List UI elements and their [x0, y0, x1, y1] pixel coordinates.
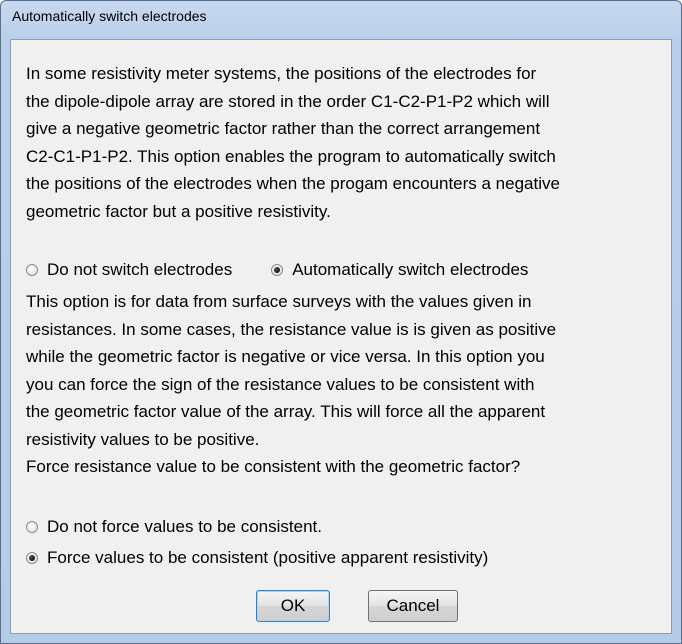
radio-do-not-force[interactable]: Do not force values to be consistent. — [26, 514, 322, 540]
description-line: give a negative geometric factor rather … — [26, 119, 541, 138]
description-line: resistances. In some cases, the resistan… — [26, 319, 557, 339]
description-line: resistivity values to be positive. — [26, 429, 260, 449]
radio-do-not-switch[interactable]: Do not switch electrodes — [26, 260, 232, 280]
cancel-button[interactable]: Cancel — [368, 590, 458, 622]
radio-button-icon[interactable] — [26, 521, 38, 533]
description-line: This option is for data from surface sur… — [26, 292, 532, 311]
radio-label: Force values to be consistent (positive … — [47, 548, 489, 567]
radio-label: Automatically switch electrodes — [292, 260, 529, 279]
radio-force-consistent[interactable]: Force values to be consistent (positive … — [26, 545, 488, 571]
switch-options-group: Do not switch electrodes Automatically s… — [26, 257, 528, 283]
dialog-client-area: In some resistivity meter systems, the p… — [10, 39, 672, 634]
title-bar[interactable]: Automatically switch electrodes — [1, 1, 681, 31]
switch-description: In some resistivity meter systems, the p… — [26, 60, 666, 225]
dialog-window: Automatically switch electrodes In some … — [0, 0, 682, 644]
description-line: you can force the sign of the resistance… — [26, 374, 535, 394]
description-line: the positions of the electrodes when the… — [26, 174, 560, 193]
force-question: Force resistance value to be consistent … — [26, 457, 521, 476]
ok-button[interactable]: OK — [256, 590, 330, 622]
radio-button-checked-icon[interactable] — [271, 264, 284, 276]
description-line: In some resistivity meter systems, the p… — [26, 64, 537, 83]
description-line: geometric factor but a positive resistiv… — [26, 201, 331, 221]
radio-button-checked-icon[interactable] — [26, 552, 38, 564]
description-line: C2-C1-P1-P2. This option enables the pro… — [26, 146, 556, 166]
description-line: the geometric factor value of the array.… — [26, 402, 546, 421]
description-line: while the geometric factor is negative o… — [26, 347, 545, 366]
radio-button-icon[interactable] — [26, 264, 38, 276]
description-line: the dipole-dipole array are stored in th… — [26, 91, 550, 111]
window-title: Automatically switch electrodes — [12, 8, 207, 24]
force-description: This option is for data from surface sur… — [26, 288, 666, 481]
radio-label: Do not force values to be consistent. — [47, 517, 322, 536]
radio-auto-switch[interactable]: Automatically switch electrodes — [271, 260, 528, 280]
radio-label: Do not switch electrodes — [47, 260, 233, 279]
